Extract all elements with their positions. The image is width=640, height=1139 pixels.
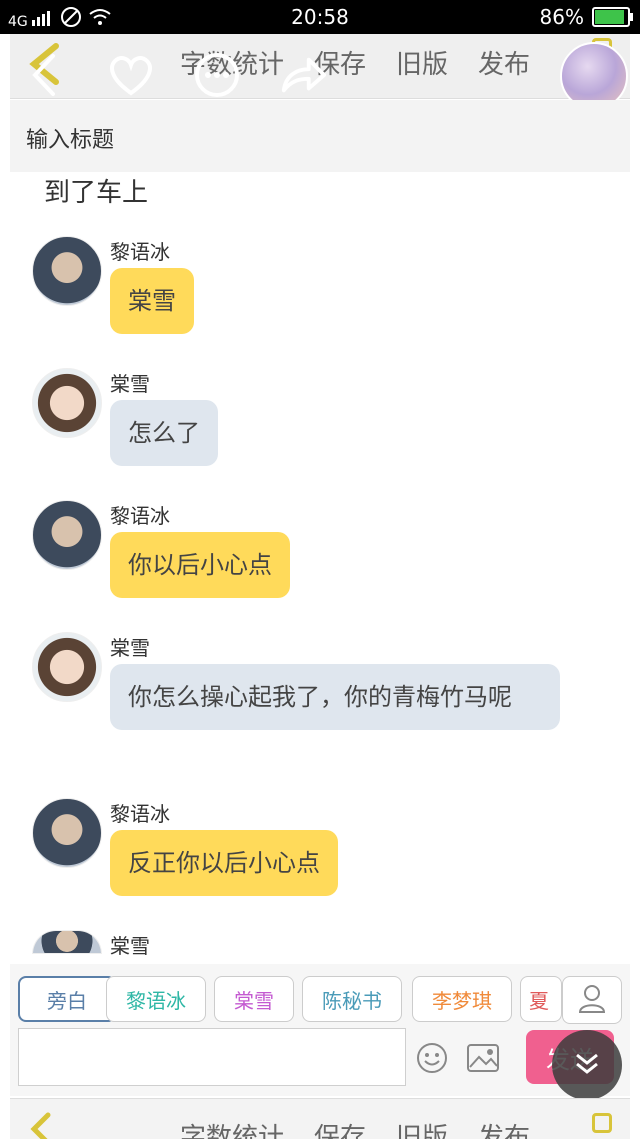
message-bubble: 怎么了 [110,400,218,466]
character-chip-chen-mishu[interactable]: 陈秘书 [302,976,402,1022]
battery-percent: 86% [539,5,584,29]
person-icon [578,983,606,1017]
chip-label: 夏 [529,988,549,1013]
character-chip-li-yubing[interactable]: 黎语冰 [106,976,206,1022]
chat-area: 到了车上 黎语冰 棠雪 棠雪 怎么了 黎语冰 你以后小心点 棠雪 你怎么操心起我… [10,172,630,958]
bottom-more-icon[interactable] [592,1113,612,1133]
sender-name: 棠雪 [110,934,150,958]
status-right: 86% [539,5,633,29]
bottom-old-version-button[interactable]: 旧版 [396,1117,448,1139]
sender-name: 棠雪 [110,636,150,660]
character-chip-tang-xue[interactable]: 棠雪 [214,976,294,1022]
bottom-save-button[interactable]: 保存 [314,1117,366,1139]
scroll-down-button[interactable] [552,1030,622,1100]
avatar [32,500,102,570]
avatar [32,236,102,306]
bottom-word-count-button[interactable]: 字数统计 [180,1117,284,1139]
status-bar: 4G 20:58 86% [0,0,640,34]
sender-name: 黎语冰 [110,240,170,264]
heart-icon[interactable] [106,50,156,100]
share-icon[interactable] [278,50,328,100]
bottom-toolbar-menu: 字数统计 保存 旧版 发布 [180,1117,530,1139]
chip-label: 陈秘书 [322,988,382,1013]
avatar [32,798,102,868]
message-bubble: 你怎么操心起我了，你的青梅竹马呢 [110,664,560,730]
message-input[interactable] [18,1028,406,1086]
bottom-toolbar: 字数统计 保存 旧版 发布 [10,1098,630,1139]
avatar [32,930,102,954]
more-dots-icon[interactable] [192,50,242,100]
chip-label: 棠雪 [234,988,274,1013]
bottom-publish-button[interactable]: 发布 [478,1117,530,1139]
chip-label: 旁白 [47,988,87,1013]
sender-name: 棠雪 [110,372,150,396]
add-character-button[interactable] [562,976,622,1024]
character-chip-li-mengqi[interactable]: 李梦琪 [412,976,512,1022]
message-composer: 发送 [10,1024,630,1096]
chip-label: 李梦琪 [432,988,492,1013]
title-field[interactable]: 输入标题 [10,100,630,173]
title-placeholder: 输入标题 [26,128,115,153]
bottom-back-icon[interactable] [26,1111,56,1139]
emoji-icon[interactable] [416,1042,448,1074]
chevron-double-down-icon [571,1047,603,1083]
battery-icon [592,7,633,27]
character-chip-narrator[interactable]: 旁白 [18,976,116,1022]
chip-label: 黎语冰 [126,988,186,1013]
avatar [32,368,102,438]
message-bubble: 棠雪 [110,268,194,334]
message-bubble: 你以后小心点 [110,532,290,598]
image-icon[interactable] [466,1042,500,1074]
character-selector: 旁白 黎语冰 棠雪 陈秘书 李梦琪 夏 [10,964,630,1024]
sender-name: 黎语冰 [110,504,170,528]
overlay-actions [20,50,328,100]
narration-text: 到了车上 [44,178,149,208]
sender-name: 黎语冰 [110,802,170,826]
old-version-button[interactable]: 旧版 [396,44,448,81]
avatar [32,632,102,702]
overlay-back-icon[interactable] [20,50,70,100]
message-bubble: 反正你以后小心点 [110,830,338,896]
publish-button[interactable]: 发布 [478,44,530,81]
character-chip-xia[interactable]: 夏 [520,976,562,1022]
